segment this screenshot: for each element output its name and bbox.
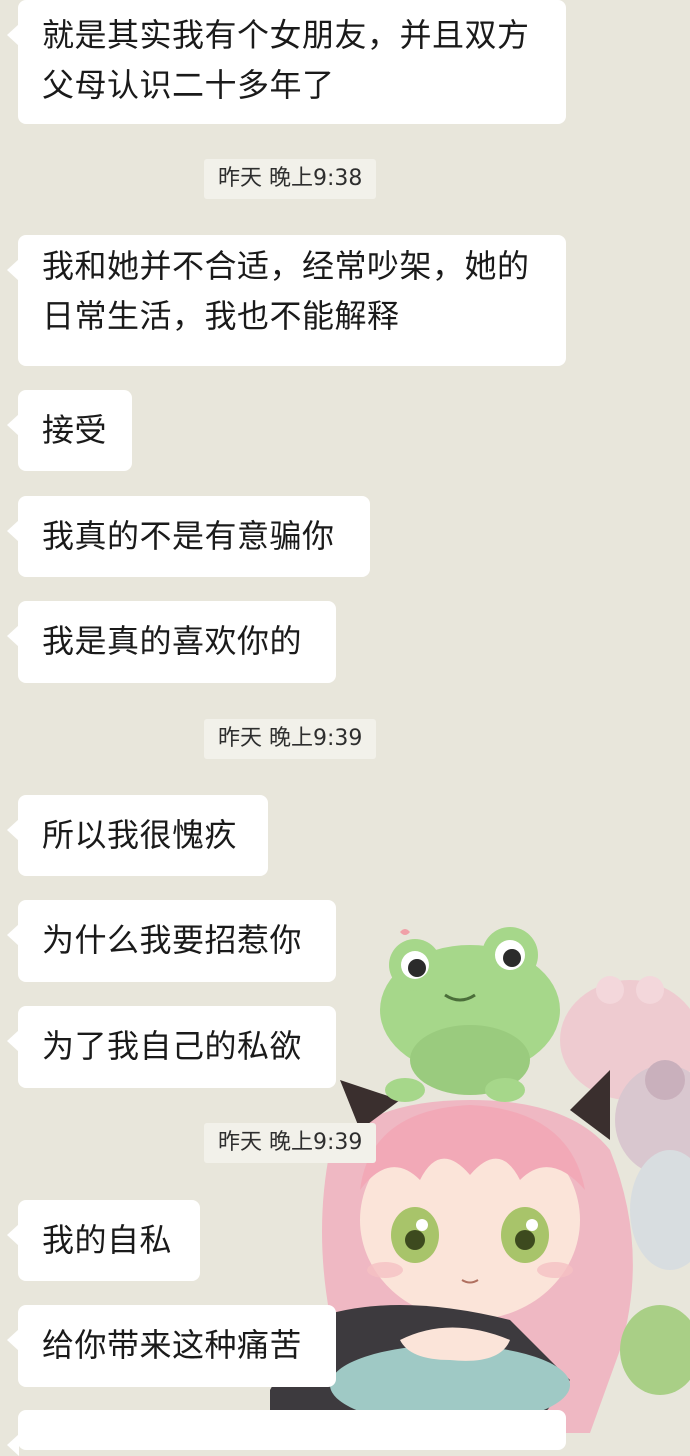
timestamp: 昨天 晚上9:38 [204,159,377,199]
message-bubble[interactable]: 接受 [7,390,132,471]
message-bubble[interactable]: 我真的不是有意骗你 [7,496,370,577]
message-bubble[interactable]: 给你带来这种痛苦 [7,1305,336,1387]
message-bubble[interactable]: 就是其实我有个女朋友，并且双方 父母认识二十多年了 [7,0,566,124]
timestamp: 昨天 晚上9:39 [204,719,377,759]
message-bubble[interactable]: 我和她并不合适，经常吵架，她的 日常生活，我也不能解释 [7,235,566,366]
message-bubble[interactable] [7,1410,566,1456]
chat-view[interactable]: 就是其实我有个女朋友，并且双方 父母认识二十多年了 昨天 晚上9:38 我和她并… [0,0,690,1456]
timestamp: 昨天 晚上9:39 [204,1123,377,1163]
message-bubble[interactable]: 为了我自己的私欲 [7,1006,336,1088]
message-bubble[interactable]: 所以我很愧疚 [7,795,268,876]
message-bubble[interactable]: 为什么我要招惹你 [7,900,336,982]
message-bubble[interactable]: 我的自私 [7,1200,200,1281]
message-bubble[interactable]: 我是真的喜欢你的 [7,601,336,683]
